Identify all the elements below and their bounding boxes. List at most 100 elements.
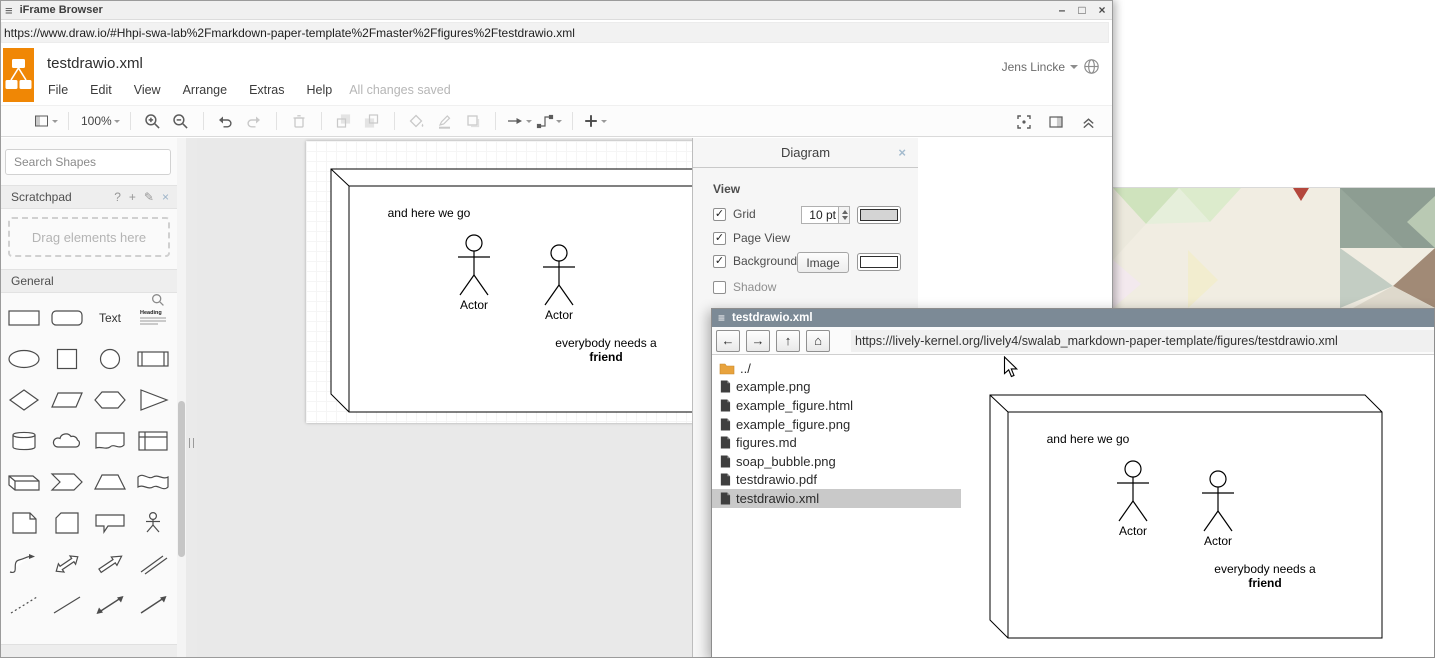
zoom-level-button[interactable]: 100%: [81, 109, 120, 133]
diagram-note-text[interactable]: and here we go: [388, 206, 471, 220]
redo-button[interactable]: [242, 109, 266, 133]
search-shapes-input[interactable]: [5, 149, 171, 175]
scratchpad-close-icon[interactable]: ×: [162, 190, 169, 204]
menu-view[interactable]: View: [123, 81, 172, 99]
shape-document[interactable]: [88, 420, 131, 461]
shape-diamond[interactable]: [2, 379, 45, 420]
image-button[interactable]: Image: [797, 252, 849, 273]
to-back-button[interactable]: [360, 109, 384, 133]
url-input[interactable]: [1, 22, 1109, 43]
menu-help[interactable]: Help: [296, 81, 344, 99]
insert-button[interactable]: [583, 109, 607, 133]
file-browser-url-input[interactable]: [851, 330, 1434, 352]
background-color-swatch[interactable]: [857, 253, 901, 271]
shape-text[interactable]: Text: [88, 297, 131, 338]
shape-internal-storage[interactable]: [131, 420, 174, 461]
tab-diagram[interactable]: Diagram: [781, 145, 830, 160]
zoom-out-button[interactable]: [169, 109, 193, 133]
delete-button[interactable]: [287, 109, 311, 133]
shape-bidirectional-arrow[interactable]: [45, 543, 88, 584]
shape-card[interactable]: [45, 502, 88, 543]
zoom-in-button[interactable]: [141, 109, 165, 133]
shape-bidirectional-connector[interactable]: [88, 584, 131, 625]
scratchpad-header[interactable]: Scratchpad ? + ✎ ×: [1, 185, 177, 209]
shape-step[interactable]: [45, 461, 88, 502]
file-row[interactable]: example.png: [712, 378, 961, 397]
shape-callout[interactable]: [88, 502, 131, 543]
menu-arrange[interactable]: Arrange: [172, 81, 238, 99]
shape-circle[interactable]: [88, 338, 131, 379]
shape-parallelogram[interactable]: [45, 379, 88, 420]
shape-actor[interactable]: [131, 502, 174, 543]
menu-file[interactable]: File: [37, 81, 79, 99]
actor-1-label[interactable]: Actor: [460, 298, 488, 312]
up-button[interactable]: ↑: [776, 330, 800, 352]
page-view-checkbox[interactable]: [713, 232, 726, 245]
grid-size-input[interactable]: [801, 206, 839, 224]
menu-edit[interactable]: Edit: [79, 81, 123, 99]
waypoints-button[interactable]: [536, 109, 562, 133]
scratchpad-edit-icon[interactable]: ✎: [144, 190, 154, 204]
shadow-checkbox[interactable]: [713, 281, 726, 294]
file-browser-titlebar[interactable]: ≡ testdrawio.xml: [712, 309, 1434, 327]
shape-curve[interactable]: [2, 543, 45, 584]
home-button[interactable]: ⌂: [806, 330, 830, 352]
general-section-header[interactable]: General: [1, 269, 177, 293]
fill-color-button[interactable]: [405, 109, 429, 133]
close-icon[interactable]: ×: [898, 145, 906, 160]
collapse-toolbar-button[interactable]: [1076, 110, 1100, 134]
menu-extras[interactable]: Extras: [238, 81, 295, 99]
close-button[interactable]: ×: [1092, 3, 1112, 17]
window-titlebar[interactable]: ≡ iFrame Browser – □ ×: [1, 1, 1112, 20]
splitter-handle[interactable]: [189, 438, 194, 448]
file-row[interactable]: soap_bubble.png: [712, 452, 961, 471]
shape-hexagon[interactable]: [88, 379, 131, 420]
file-row[interactable]: example_figure.png: [712, 415, 961, 434]
sidebar-splitter[interactable]: [186, 138, 197, 657]
line-color-button[interactable]: [433, 109, 457, 133]
file-row[interactable]: figures.md: [712, 433, 961, 452]
shape-process[interactable]: [131, 338, 174, 379]
page-view-button[interactable]: [33, 109, 58, 133]
shape-tape[interactable]: [131, 461, 174, 502]
globe-icon[interactable]: [1083, 58, 1100, 75]
file-row-selected[interactable]: testdrawio.xml: [712, 489, 961, 508]
back-button[interactable]: ←: [716, 330, 740, 352]
to-front-button[interactable]: [332, 109, 356, 133]
shape-square[interactable]: [45, 338, 88, 379]
caption-line-2[interactable]: friend: [589, 350, 622, 364]
grid-size-stepper[interactable]: [839, 206, 850, 224]
scratchpad-help-icon[interactable]: ?: [114, 190, 121, 204]
shadow-button[interactable]: [461, 109, 485, 133]
shape-note[interactable]: [2, 502, 45, 543]
undo-button[interactable]: [214, 109, 238, 133]
window-menu-icon[interactable]: ≡: [5, 3, 13, 18]
shape-arrow[interactable]: [88, 543, 131, 584]
scratchpad-add-icon[interactable]: +: [129, 190, 136, 204]
shape-triangle[interactable]: [131, 379, 174, 420]
file-row-parent-dir[interactable]: ../: [712, 359, 961, 378]
shape-directional-connector[interactable]: [131, 584, 174, 625]
minimize-button[interactable]: –: [1052, 3, 1072, 17]
shape-rounded-rectangle[interactable]: [45, 297, 88, 338]
shape-link[interactable]: [131, 543, 174, 584]
file-row[interactable]: testdrawio.pdf: [712, 471, 961, 490]
format-panel-toggle-button[interactable]: [1044, 110, 1068, 134]
window-menu-icon[interactable]: ≡: [718, 311, 725, 325]
shape-dashed-line[interactable]: [2, 584, 45, 625]
shape-cloud[interactable]: [45, 420, 88, 461]
sidebar-scrollbar[interactable]: [177, 138, 186, 657]
scratchpad-drop-area[interactable]: Drag elements here: [8, 217, 170, 257]
user-menu[interactable]: Jens Lincke: [1002, 58, 1100, 75]
fullscreen-button[interactable]: [1012, 110, 1036, 134]
grid-color-swatch[interactable]: [857, 206, 901, 224]
background-checkbox[interactable]: [713, 255, 726, 268]
shape-rectangle[interactable]: [2, 297, 45, 338]
actor-2-label[interactable]: Actor: [545, 308, 573, 322]
shape-ellipse[interactable]: [2, 338, 45, 379]
connection-button[interactable]: [506, 109, 532, 133]
shape-cylinder[interactable]: [2, 420, 45, 461]
maximize-button[interactable]: □: [1072, 3, 1092, 17]
grid-checkbox[interactable]: [713, 208, 726, 221]
file-row[interactable]: example_figure.html: [712, 396, 961, 415]
